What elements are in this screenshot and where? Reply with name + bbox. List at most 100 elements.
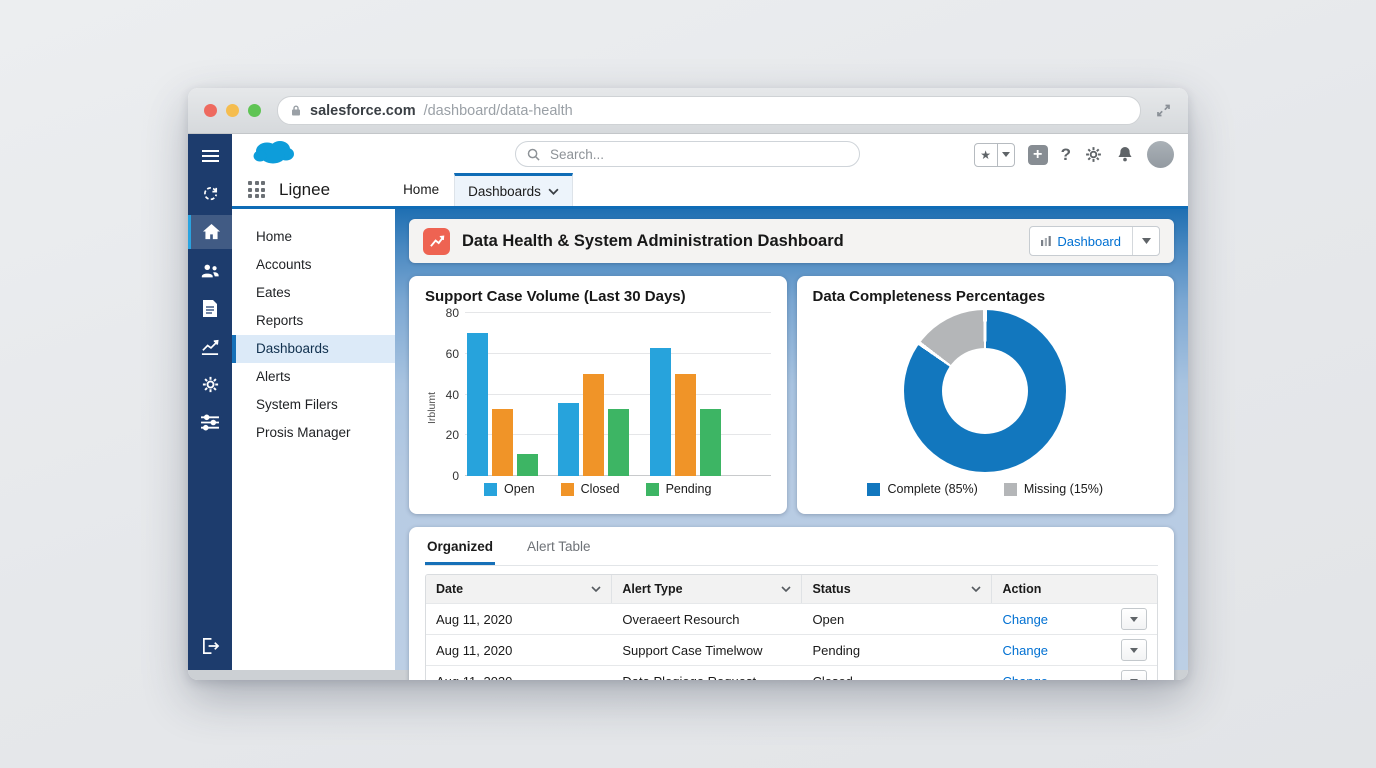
legend-complete: Complete (85%) (867, 482, 977, 496)
y-axis-ticks: 020406080 (439, 313, 465, 476)
search-icon (527, 148, 540, 161)
bar-open-3[interactable] (650, 348, 671, 476)
charts-row: Support Case Volume (Last 30 Days) Irblu… (409, 276, 1174, 514)
sidebar-item-prosis-manager[interactable]: Prosis Manager (232, 419, 395, 447)
dashboard-button[interactable]: Dashboard (1030, 227, 1132, 255)
bar-closed-1[interactable] (492, 409, 513, 476)
star-icon[interactable]: ★ (975, 144, 997, 166)
row-menu-button[interactable] (1121, 670, 1147, 680)
sidebar-item-eates[interactable]: Eates (232, 279, 395, 307)
table-header-row: DateAlert Type Status Action (426, 575, 1157, 603)
change-link[interactable]: Change (1002, 612, 1048, 627)
rail-home-icon[interactable] (188, 215, 232, 249)
zoom-window-button[interactable] (248, 104, 261, 117)
cell-status: Open (802, 604, 992, 634)
sidebar-item-home[interactable]: Home (232, 223, 395, 251)
column-label: Action (1002, 582, 1041, 596)
bar-group-1 (467, 313, 538, 476)
main-content: Data Health & System Administration Dash… (395, 209, 1188, 670)
quick-create-plus-icon[interactable]: + (1028, 145, 1048, 165)
app-content-shell: ★ + ? (232, 134, 1188, 670)
sidebar-item-dashboards[interactable]: Dashboards (232, 335, 395, 363)
bar-pending-1[interactable] (517, 454, 538, 476)
cell-action: Change (992, 666, 1156, 680)
dashboard-button-chevron-down-icon[interactable] (1132, 227, 1159, 255)
legend-closed: Closed (561, 482, 620, 496)
address-bar[interactable]: salesforce.com/dashboard/data-health (277, 96, 1141, 125)
menu-hamburger-icon[interactable] (200, 146, 220, 166)
favorites-chevron-down-icon[interactable] (997, 144, 1014, 166)
change-link[interactable]: Change (1002, 674, 1048, 681)
cell-alert-type: Support Case Timelwow (612, 635, 802, 665)
chevron-down-icon[interactable] (971, 586, 981, 592)
table-row: Aug 11, 2020Overaeert ResourchOpenChange (426, 603, 1157, 634)
donut-ring (904, 310, 1066, 472)
column-label: Status (812, 582, 850, 596)
search-input[interactable] (548, 146, 848, 163)
cell-date: Aug 11, 2020 (426, 635, 612, 665)
donut-chart-title: Data Completeness Percentages (813, 288, 1159, 305)
nav-tab-home[interactable]: Home (390, 173, 452, 206)
nav-tab-dashboards[interactable]: Dashboards (454, 173, 573, 206)
bar-open-1[interactable] (467, 333, 488, 476)
bar-closed-3[interactable] (675, 374, 696, 476)
user-avatar[interactable] (1147, 141, 1174, 168)
app-launcher-icon[interactable] (248, 181, 265, 198)
bar-chart: Irblumt 020406080 (425, 313, 771, 502)
table-tabs: Organized Alert Table (425, 537, 1158, 566)
app-nav-bar: Lignee HomeDashboards (232, 173, 1188, 206)
tab-organized[interactable]: Organized (425, 537, 495, 565)
table-row: Aug 11, 2020Support Case TimelwowPending… (426, 634, 1157, 665)
y-tick-40: 40 (446, 388, 459, 402)
bar-pending-2[interactable] (608, 409, 629, 476)
logout-icon[interactable] (200, 636, 220, 656)
chevron-down-icon[interactable] (591, 586, 601, 592)
row-menu-button[interactable] (1121, 639, 1147, 661)
notifications-bell-icon[interactable] (1116, 145, 1134, 164)
rail-chart-icon[interactable] (200, 336, 220, 356)
row-menu-button[interactable] (1121, 608, 1147, 630)
bar-plot-area (465, 313, 771, 476)
setup-gear-icon[interactable] (1084, 145, 1103, 164)
rail-filters-icon[interactable] (200, 412, 220, 432)
sidebar-item-reports[interactable]: Reports (232, 307, 395, 335)
help-question-icon[interactable]: ? (1061, 145, 1071, 165)
minimize-window-button[interactable] (226, 104, 239, 117)
fullscreen-expand-icon[interactable] (1155, 102, 1172, 119)
chevron-down-icon[interactable] (781, 586, 791, 592)
change-link[interactable]: Change (1002, 643, 1048, 658)
column-header-alert-type[interactable]: Alert Type (612, 575, 802, 603)
browser-window: salesforce.com/dashboard/data-health (188, 88, 1188, 680)
sync-icon[interactable] (200, 184, 220, 204)
salesforce-cloud-logo (250, 137, 298, 170)
table-row: Aug 11, 2020Data Plogiogo RoquestClosedC… (426, 665, 1157, 680)
column-header-action[interactable]: Action (992, 575, 1156, 603)
legend-label: Open (504, 482, 535, 496)
global-search[interactable] (515, 141, 860, 167)
bar-closed-2[interactable] (583, 374, 604, 476)
sidebar-item-alerts[interactable]: Alerts (232, 363, 395, 391)
close-window-button[interactable] (204, 104, 217, 117)
column-header-date[interactable]: Date (426, 575, 612, 603)
lock-icon (290, 104, 302, 117)
cell-status: Pending (802, 635, 992, 665)
favorites-split-button[interactable]: ★ (974, 143, 1015, 167)
rail-users-icon[interactable] (200, 260, 220, 280)
legend-label: Pending (666, 482, 712, 496)
body-row: HomeAccountsEatesReportsDashboardsAlerts… (232, 209, 1188, 670)
bar-pending-3[interactable] (700, 409, 721, 476)
tab-alert-table[interactable]: Alert Table (525, 537, 593, 565)
rail-document-icon[interactable] (200, 298, 220, 318)
sidebar-item-system-filers[interactable]: System Filers (232, 391, 395, 419)
rail-gear-icon[interactable] (200, 374, 220, 394)
cell-action: Change (992, 604, 1156, 634)
donut-chart-card: Data Completeness Percentages Complete (… (797, 276, 1175, 514)
sidebar-item-accounts[interactable]: Accounts (232, 251, 395, 279)
legend-swatch (561, 483, 574, 496)
donut-chart (813, 305, 1159, 476)
column-header-status[interactable]: Status (802, 575, 992, 603)
legend-label: Complete (85%) (887, 482, 977, 496)
legend-swatch (484, 483, 497, 496)
bar-open-2[interactable] (558, 403, 579, 476)
legend-pending: Pending (646, 482, 712, 496)
